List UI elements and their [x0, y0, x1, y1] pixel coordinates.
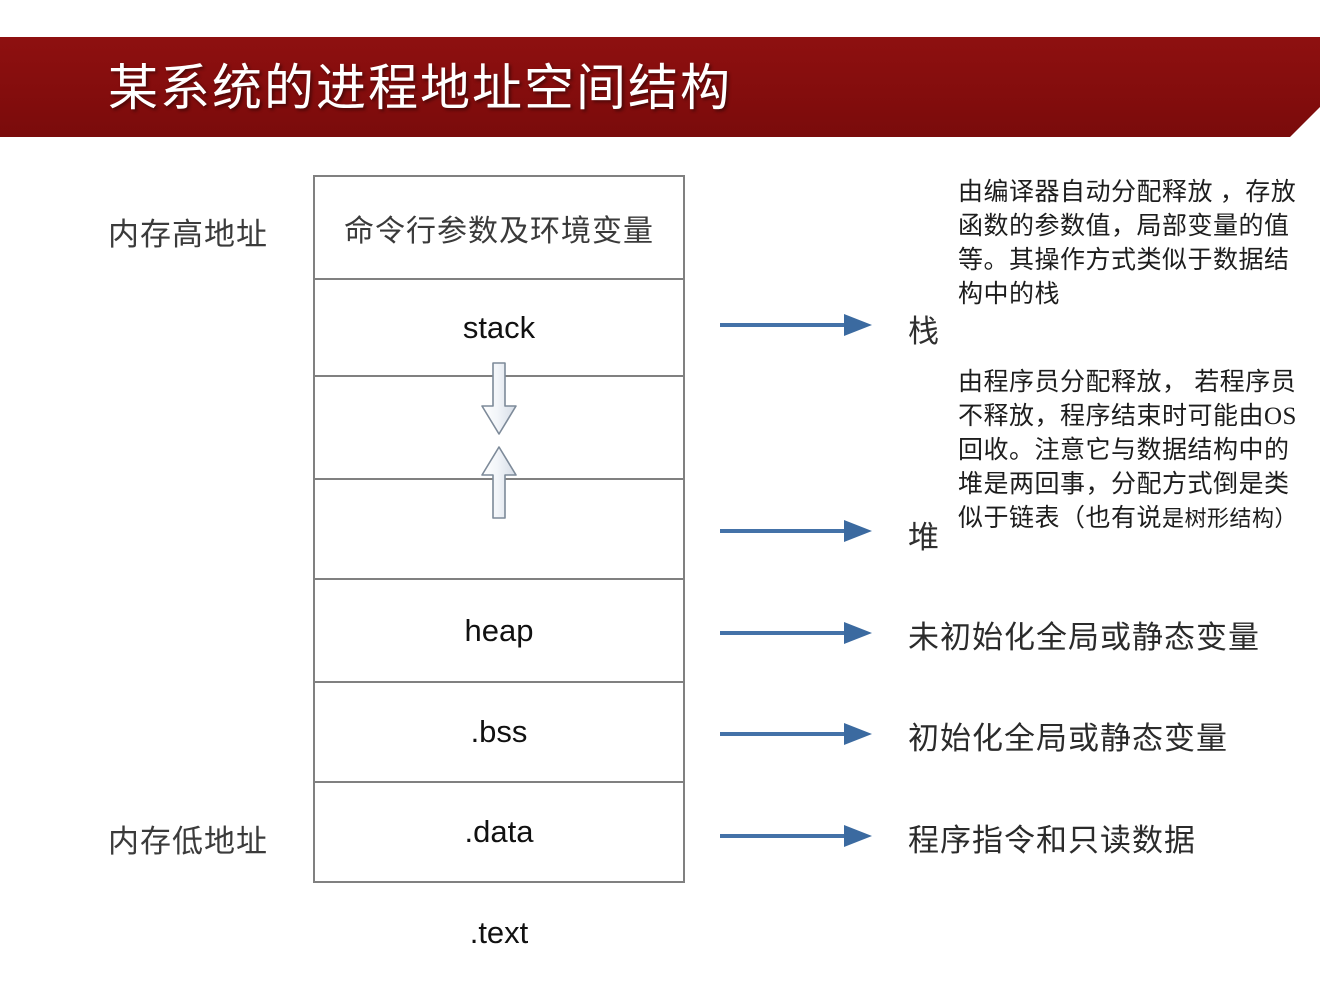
right-arrow-icon [720, 520, 872, 542]
memory-row-label: stack [462, 309, 536, 345]
memory-row-bss: .bss [315, 683, 683, 783]
callout-desc-data: 初始化全局或静态变量 [908, 721, 1228, 756]
callout-note-heap-tail: 是树形结构） [1162, 506, 1298, 531]
block-arrow-down-icon [481, 362, 517, 435]
page-title: 某系统的进程地址空间结构 [108, 60, 732, 116]
memory-row-label: .data [464, 814, 534, 849]
callout-desc-bss: 未初始化全局或静态变量 [908, 620, 1260, 655]
memory-row-argv-env: 命令行参数及环境变量 [315, 177, 683, 280]
right-arrow-icon [720, 825, 872, 847]
memory-row-text: .text [315, 883, 683, 983]
right-arrow-icon [720, 314, 872, 336]
right-arrow-icon [720, 723, 872, 745]
callout-key-heap: 堆 [908, 520, 939, 555]
low-address-label: 内存低地址 [108, 824, 268, 859]
callout-note-heap: 由程序员分配释放， 若程序员不释放，程序结束时可能由OS回收。注意它与数据结构中… [958, 366, 1310, 536]
memory-row-heap: heap [315, 580, 683, 683]
memory-row-label: .text [469, 915, 529, 950]
callout-note-stack: 由编译器自动分配释放 ，存放函数的参数值，局部变量的值等。其操作方式类似于数据结… [958, 179, 1297, 308]
high-address-label: 内存高地址 [108, 217, 268, 252]
memory-layout-diagram: 命令行参数及环境变量 stack heap .bss .data .text [313, 175, 685, 950]
callout-desc-text: 程序指令和只读数据 [908, 823, 1196, 858]
memory-row-label: .bss [470, 714, 528, 749]
memory-row-label: heap [464, 612, 534, 648]
right-arrow-icon [720, 622, 872, 644]
memory-row-label: 命令行参数及环境变量 [344, 214, 654, 248]
block-arrow-up-icon [481, 446, 517, 519]
memory-row-data: .data [315, 783, 683, 883]
callout-key-stack: 栈 [908, 314, 939, 349]
